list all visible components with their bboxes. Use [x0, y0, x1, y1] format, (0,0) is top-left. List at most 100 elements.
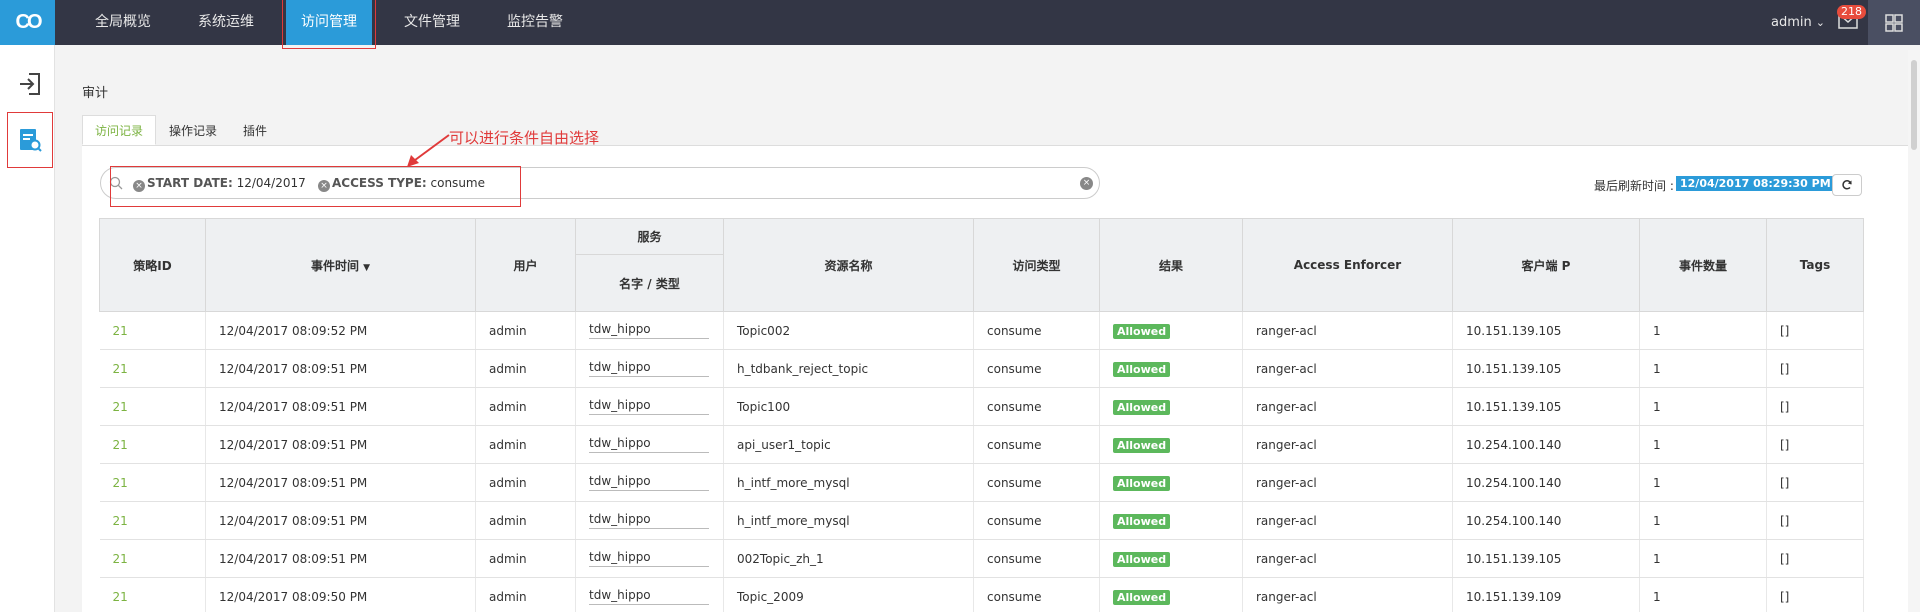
nav-item-file-management[interactable]: 文件管理: [389, 0, 475, 45]
access-type-cell: consume: [973, 311, 1100, 350]
table-row[interactable]: 21 12/04/2017 08:09:51 PM admin tdw_hippo h_…: [99, 463, 1864, 502]
access-enforcer-cell: ranger-acl: [1242, 425, 1453, 464]
scrollbar-thumb[interactable]: [1911, 60, 1917, 150]
event-time-cell: 12/04/2017 08:09:51 PM: [205, 501, 476, 540]
refresh-button[interactable]: [1832, 174, 1862, 196]
table-row[interactable]: 21 12/04/2017 08:09:51 PM admin tdw_hippo 00…: [99, 539, 1864, 578]
tab-operation-records[interactable]: 操作记录: [156, 115, 230, 145]
chevron-down-icon: ⌄: [1815, 16, 1825, 29]
status-badge: Allowed: [1113, 361, 1171, 377]
access-enforcer-cell: ranger-acl: [1242, 349, 1453, 388]
col-group-header-service: 服务: [575, 218, 724, 255]
service-cell: tdw_hippo: [575, 349, 724, 388]
tags-cell: []: [1766, 425, 1864, 464]
tags-cell: []: [1766, 387, 1864, 426]
policy-id-link[interactable]: 21: [99, 387, 206, 426]
event-count-cell: 1: [1639, 501, 1767, 540]
event-time-cell: 12/04/2017 08:09:50 PM: [205, 577, 476, 612]
event-count-cell: 1: [1639, 539, 1767, 578]
tab-access-records[interactable]: 访问记录: [82, 115, 157, 145]
client-ip-cell: 10.151.139.105: [1452, 349, 1640, 388]
resource-name-cell: Topic100: [723, 387, 974, 426]
user-cell: admin: [475, 463, 576, 502]
vertical-scrollbar[interactable]: [1908, 50, 1920, 612]
access-enforcer-cell: ranger-acl: [1242, 463, 1453, 502]
annotation-highlight-box: [110, 166, 521, 207]
result-cell: Allowed: [1099, 311, 1243, 350]
policy-id-link[interactable]: 21: [99, 349, 206, 388]
tags-cell: []: [1766, 539, 1864, 578]
access-enforcer-cell: ranger-acl: [1242, 387, 1453, 426]
event-time-cell: 12/04/2017 08:09:51 PM: [205, 463, 476, 502]
access-type-cell: consume: [973, 349, 1100, 388]
col-header-event-time[interactable]: 事件时间 ▼: [205, 218, 476, 312]
result-cell: Allowed: [1099, 349, 1243, 388]
result-cell: Allowed: [1099, 501, 1243, 540]
status-badge: Allowed: [1113, 399, 1171, 415]
service-cell: tdw_hippo: [575, 501, 724, 540]
access-enforcer-cell: ranger-acl: [1242, 311, 1453, 350]
nav-item-access-management[interactable]: 访问管理: [282, 0, 376, 49]
app-logo[interactable]: CO: [0, 0, 55, 45]
event-time-cell: 12/04/2017 08:09:51 PM: [205, 349, 476, 388]
clear-search-icon[interactable]: ×: [1080, 177, 1093, 190]
status-badge: Allowed: [1113, 437, 1171, 453]
policy-id-link[interactable]: 21: [99, 539, 206, 578]
policy-id-link[interactable]: 21: [99, 577, 206, 612]
access-type-cell: consume: [973, 387, 1100, 426]
event-count-cell: 1: [1639, 387, 1767, 426]
event-time-cell: 12/04/2017 08:09:51 PM: [205, 539, 476, 578]
app-grid-button[interactable]: [1868, 0, 1920, 45]
main-nav: 全局概览 系统运维 访问管理 文件管理 监控告警: [80, 0, 595, 49]
table-row[interactable]: 21 12/04/2017 08:09:50 PM admin tdw_hippo To…: [99, 577, 1864, 612]
client-ip-cell: 10.151.139.105: [1452, 311, 1640, 350]
user-name: admin: [1771, 15, 1812, 30]
annotation-arrow-icon: [407, 134, 450, 167]
policy-id-link[interactable]: 21: [99, 425, 206, 464]
refresh-icon: [1842, 180, 1852, 190]
result-cell: Allowed: [1099, 463, 1243, 502]
notification-badge: 218: [1837, 5, 1866, 19]
audit-table: 策略ID 事件时间 ▼ 用户 服务 资源名称 访问类型 结果 Access En…: [99, 218, 1864, 612]
nav-item-overview[interactable]: 全局概览: [80, 0, 166, 45]
table-row[interactable]: 21 12/04/2017 08:09:51 PM admin tdw_hippo h_…: [99, 349, 1864, 388]
last-refresh-time: 12/04/2017 08:29:30 PM: [1676, 176, 1835, 191]
policy-id-link[interactable]: 21: [99, 463, 206, 502]
nav-item-monitoring[interactable]: 监控告警: [492, 0, 578, 45]
tab-plugins[interactable]: 插件: [230, 115, 280, 145]
table-row[interactable]: 21 12/04/2017 08:09:51 PM admin tdw_hippo h_…: [99, 501, 1864, 540]
page-title: 审计: [82, 86, 109, 101]
service-cell: tdw_hippo: [575, 425, 724, 464]
left-sidebar: [0, 45, 55, 612]
nav-item-ops[interactable]: 系统运维: [183, 0, 269, 45]
table-row[interactable]: 21 12/04/2017 08:09:52 PM admin tdw_hippo To…: [99, 311, 1864, 350]
sort-desc-icon: ▼: [363, 262, 371, 273]
audit-tabs: 访问记录 操作记录 插件: [82, 115, 280, 145]
user-cell: admin: [475, 501, 576, 540]
sign-in-icon: [20, 73, 40, 95]
access-type-cell: consume: [973, 577, 1100, 612]
col-header-access-type: 访问类型: [973, 218, 1100, 312]
sidebar-item-login[interactable]: [8, 57, 52, 111]
event-time-cell: 12/04/2017 08:09:51 PM: [205, 387, 476, 426]
last-refresh-label: 最后刷新时间 :: [1594, 179, 1674, 193]
audit-table-body: 21 12/04/2017 08:09:52 PM admin tdw_hippo To…: [99, 311, 1864, 612]
user-menu[interactable]: admin ⌄: [1771, 0, 1825, 45]
service-cell: tdw_hippo: [575, 311, 724, 350]
table-row[interactable]: 21 12/04/2017 08:09:51 PM admin tdw_hippo To…: [99, 387, 1864, 426]
sidebar-item-audit[interactable]: [7, 112, 53, 168]
col-header-user: 用户: [475, 218, 576, 312]
policy-id-link[interactable]: 21: [99, 311, 206, 350]
user-cell: admin: [475, 311, 576, 350]
table-row[interactable]: 21 12/04/2017 08:09:51 PM admin tdw_hippo ap…: [99, 425, 1864, 464]
col-header-resource-name: 资源名称: [723, 218, 974, 312]
client-ip-cell: 10.254.100.140: [1452, 463, 1640, 502]
service-cell: tdw_hippo: [575, 387, 724, 426]
access-type-cell: consume: [973, 463, 1100, 502]
col-header-service-name-type: 名字 / 类型: [575, 254, 724, 312]
event-count-cell: 1: [1639, 311, 1767, 350]
resource-name-cell: 002Topic_zh_1: [723, 539, 974, 578]
client-ip-cell: 10.151.139.105: [1452, 387, 1640, 426]
policy-id-link[interactable]: 21: [99, 501, 206, 540]
client-ip-cell: 10.254.100.140: [1452, 501, 1640, 540]
